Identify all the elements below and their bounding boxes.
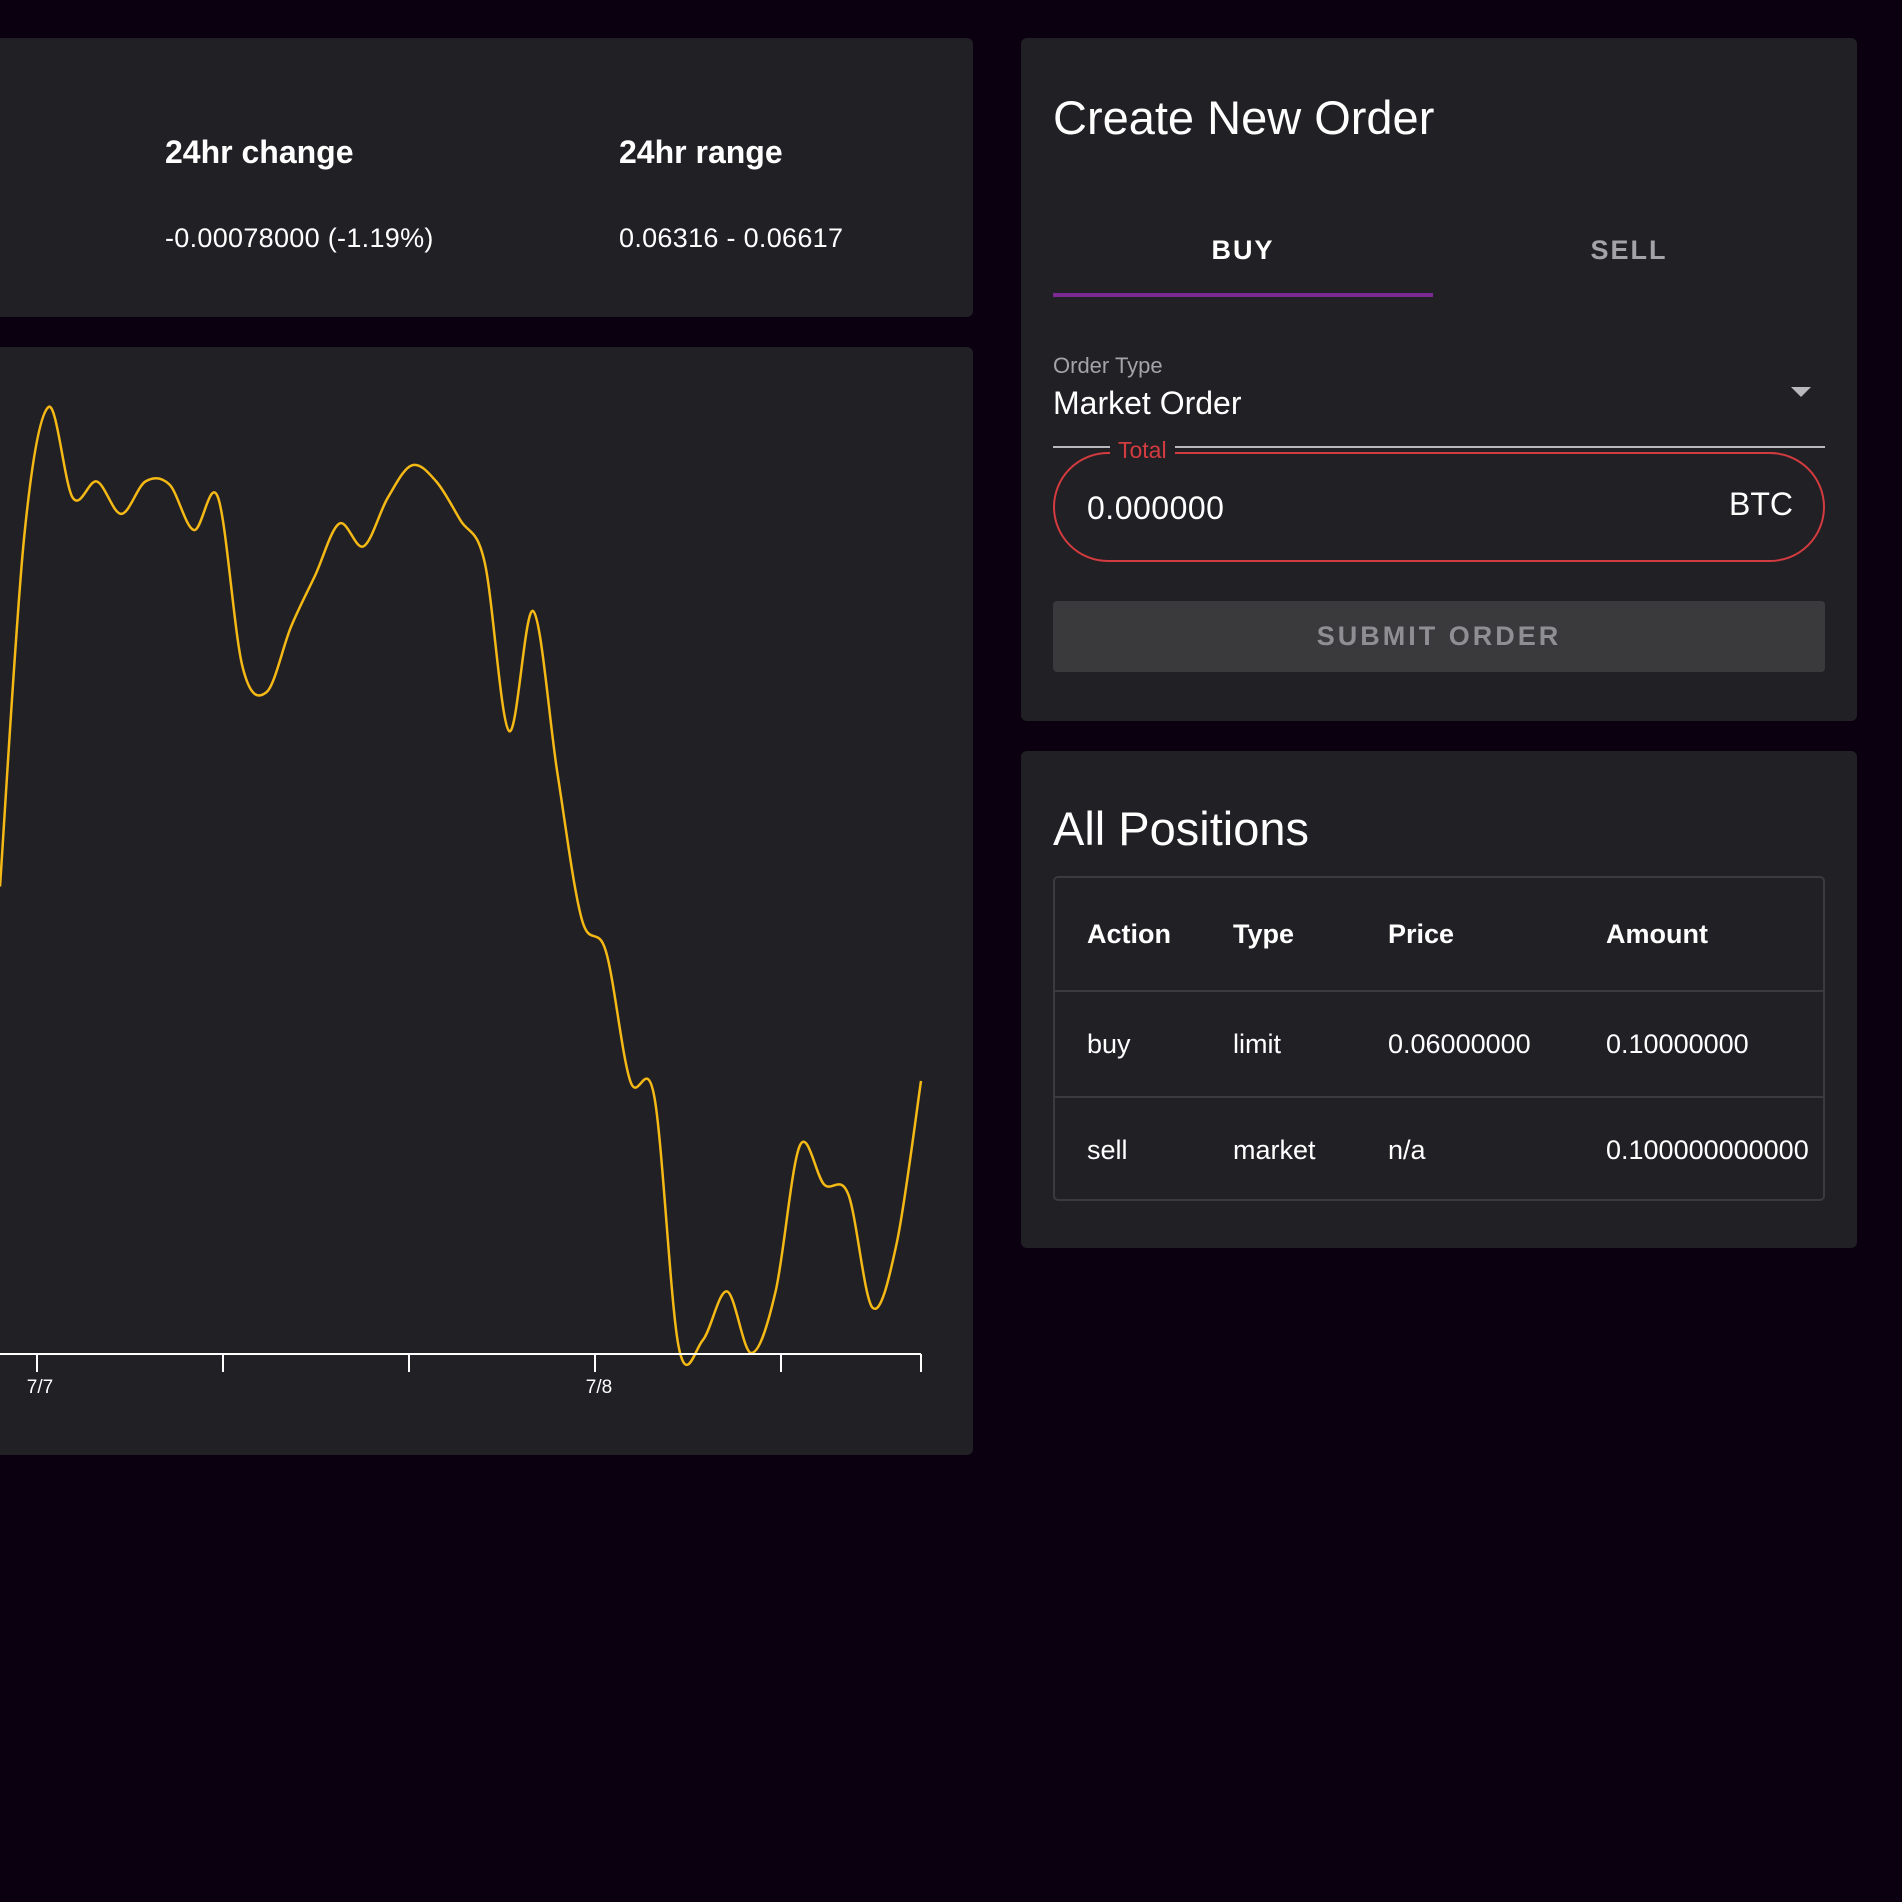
stats-card: 24hr change -0.00078000 (-1.19%) 24hr ra… [0, 38, 973, 317]
change-stat: 24hr change -0.00078000 (-1.19%) [165, 134, 434, 254]
price-chart: 7/7 7/8 [0, 405, 923, 1398]
cell-type: market [1233, 1134, 1316, 1165]
chart-card: 7/7 7/8 [0, 347, 973, 1455]
order-type-select[interactable]: Order Type Market Order [1053, 313, 1825, 448]
table-header-row: Action Type Price Amount [1055, 878, 1823, 992]
header-price: Price [1356, 878, 1574, 992]
submit-order-button[interactable]: SUBMIT ORDER [1053, 601, 1825, 672]
cell-action: sell [1087, 1134, 1128, 1165]
positions-table: Action Type Price Amount buy limit 0.060… [1053, 876, 1825, 1201]
x-tick-label: 7/8 [586, 1377, 612, 1398]
header-action: Action [1055, 878, 1201, 992]
change-value: -0.00078000 (-1.19%) [165, 223, 434, 253]
cell-type: limit [1201, 991, 1356, 1098]
cell-amount: 0.100000000000 [1606, 1134, 1809, 1165]
total-input[interactable] [1085, 454, 1649, 562]
cell-price: n/a [1388, 1134, 1426, 1165]
positions-title: All Positions [1053, 802, 1309, 855]
header-amount: Amount [1574, 878, 1823, 992]
order-title: Create New Order [1053, 91, 1435, 144]
table-row: sell market n/a 0.100000000000 [1055, 1097, 1823, 1199]
cell-action: buy [1055, 991, 1201, 1098]
tab-indicator [1053, 293, 1433, 297]
cell-amount: 0.10000000 [1574, 991, 1823, 1098]
table-row: buy limit 0.06000000 0.10000000 [1055, 991, 1823, 1098]
total-unit: BTC [1729, 486, 1793, 522]
range-stat: 24hr range 0.06316 - 0.06617 [619, 134, 843, 254]
positions-card: All Positions Action Type Price Amount b… [1021, 751, 1857, 1248]
order-type-value: Market Order [1053, 385, 1242, 421]
range-label: 24hr range [619, 134, 783, 170]
range-value: 0.06316 - 0.06617 [619, 223, 844, 253]
cell-price: 0.06000000 [1356, 991, 1574, 1098]
price-line [0, 405, 923, 1366]
tab-sell[interactable]: SELL [1433, 213, 1825, 293]
header-type: Type [1201, 878, 1356, 992]
x-tick-label: 7/7 [27, 1377, 53, 1398]
change-label: 24hr change [165, 134, 354, 170]
dropdown-arrow-icon [1791, 387, 1811, 397]
order-card: Create New Order BUY SELL Order Type Mar… [1021, 38, 1857, 721]
tab-buy[interactable]: BUY [1053, 213, 1433, 293]
total-field: Total BTC [1053, 437, 1825, 562]
order-type-label: Order Type [1053, 353, 1163, 378]
